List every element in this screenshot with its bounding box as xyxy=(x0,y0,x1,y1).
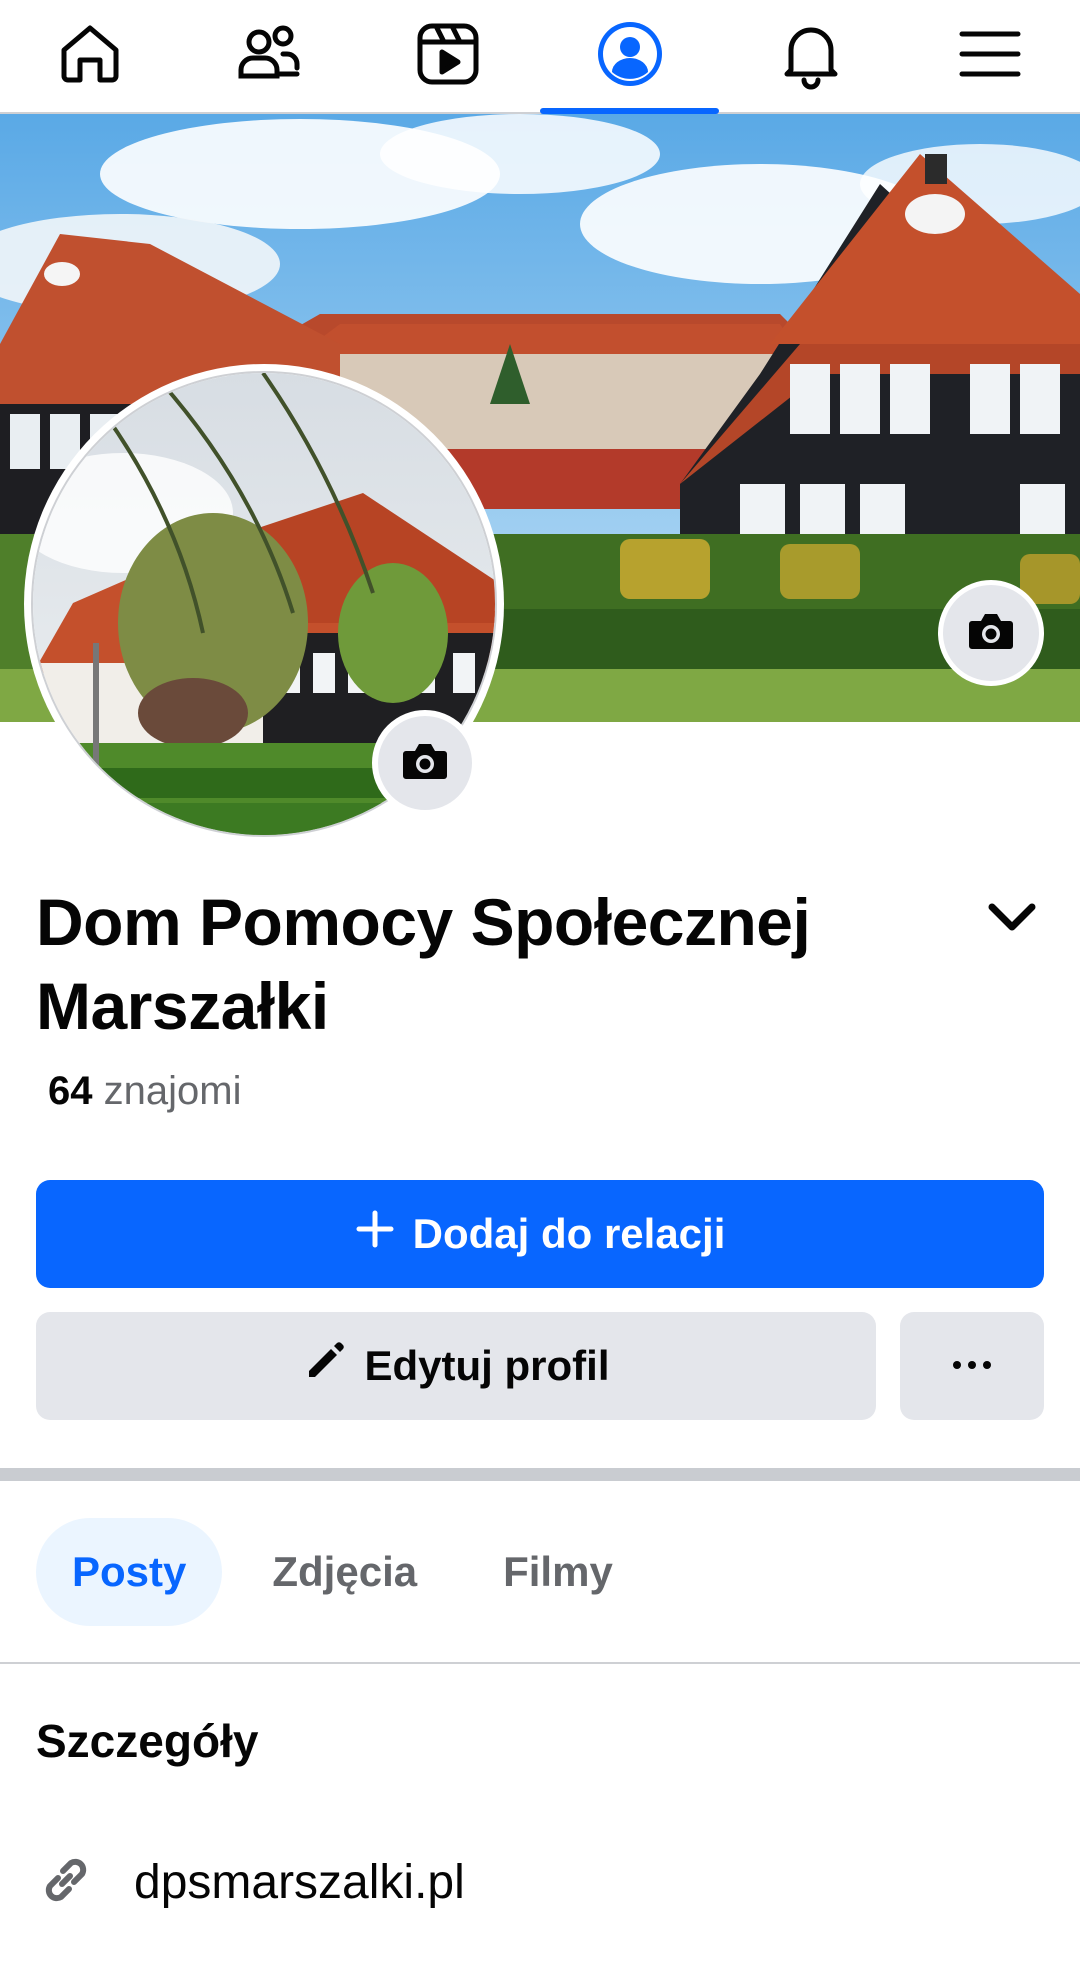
profile-options-toggle[interactable] xyxy=(980,888,1044,952)
camera-icon xyxy=(968,611,1014,656)
nav-notifications[interactable] xyxy=(721,0,900,112)
edit-avatar-button[interactable] xyxy=(372,710,478,816)
camera-icon xyxy=(402,741,448,786)
tab-posts[interactable]: Posty xyxy=(36,1518,223,1626)
nav-menu[interactable] xyxy=(901,0,1080,112)
top-navigation xyxy=(0,0,1080,114)
add-story-label: Dodaj do relacji xyxy=(412,1210,726,1257)
home-icon xyxy=(54,18,126,95)
add-story-button[interactable]: Dodaj do relacji xyxy=(36,1180,1044,1288)
friends-count-label: znajomi xyxy=(103,1069,242,1113)
chevron-down-icon xyxy=(986,901,1038,940)
profile-page: Dom Pomocy Społecznej Marszałki 64 znajo… xyxy=(0,0,1080,1977)
friends-count-number: 64 xyxy=(48,1069,93,1113)
pencil-icon xyxy=(303,1339,347,1393)
details-heading: Szczegóły xyxy=(36,1715,259,1767)
nav-profile[interactable] xyxy=(539,0,720,114)
bell-icon xyxy=(775,18,847,95)
friends-count[interactable]: 64 znajomi xyxy=(48,1066,241,1116)
tabs-divider xyxy=(0,1662,1080,1664)
profile-icon xyxy=(594,18,666,95)
nav-video[interactable] xyxy=(359,0,538,112)
website-row[interactable]: dpsmarszalki.pl xyxy=(36,1850,465,1915)
tab-photos[interactable]: Zdjęcia xyxy=(236,1518,453,1626)
menu-icon xyxy=(954,18,1026,95)
website-link[interactable]: dpsmarszalki.pl xyxy=(134,1855,465,1910)
nav-home[interactable] xyxy=(0,0,179,112)
more-options-button[interactable] xyxy=(900,1312,1044,1420)
more-dots-icon xyxy=(952,1357,992,1375)
video-icon xyxy=(412,18,484,95)
profile-name: Dom Pomocy Społecznej Marszałki xyxy=(36,885,811,1043)
friends-icon xyxy=(233,18,305,95)
edit-cover-button[interactable] xyxy=(938,580,1044,686)
plus-icon xyxy=(355,1209,395,1259)
tab-videos[interactable]: Filmy xyxy=(467,1518,649,1626)
edit-profile-label: Edytuj profil xyxy=(364,1342,610,1389)
nav-friends[interactable] xyxy=(179,0,358,112)
section-divider xyxy=(0,1468,1080,1481)
edit-profile-button[interactable]: Edytuj profil xyxy=(36,1312,876,1420)
profile-tabs: Posty Zdjęcia Filmy xyxy=(36,1518,649,1626)
link-icon xyxy=(36,1850,96,1915)
